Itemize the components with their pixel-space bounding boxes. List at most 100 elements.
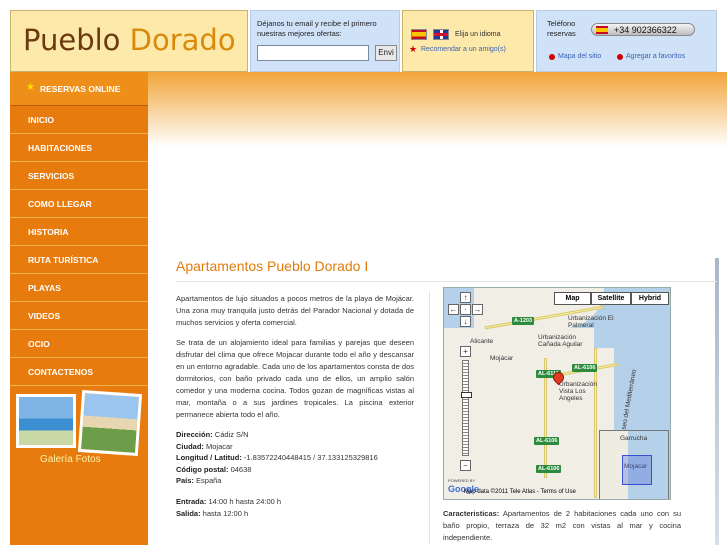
sidebar-item-ruta-turistica[interactable]: RUTA TURÍSTICA <box>10 246 148 274</box>
map-place-label: Garrucha <box>620 435 648 442</box>
map-place-label: Urbanización Vista Los Angeles <box>559 381 597 402</box>
sidebar-item-inicio[interactable]: INICIO <box>10 106 148 134</box>
newsletter-text: Déjanos tu email y recibe el primero nue… <box>257 19 377 38</box>
road-label: AL-6106 <box>534 437 560 445</box>
spain-flag-icon[interactable] <box>411 29 427 40</box>
sidebar-item-playas[interactable]: PLAYAS <box>10 274 148 302</box>
newsletter-email-input[interactable] <box>257 45 369 61</box>
sidebar-item-reservas[interactable]: ★ RESERVAS ONLINE <box>10 72 148 106</box>
sidebar-item-label: SERVICIOS <box>28 171 75 181</box>
logo[interactable]: Pueblo Dorado <box>10 10 248 72</box>
sidebar-item-habitaciones[interactable]: HABITACIONES <box>10 134 148 162</box>
info-value: España <box>193 476 222 485</box>
spain-flag-icon <box>596 26 608 34</box>
info-key: Dirección: <box>176 430 213 439</box>
zoom-slider-handle[interactable] <box>461 392 472 398</box>
description-paragraph-1: Apartamentos de lujo situados a pocos me… <box>176 294 414 327</box>
info-value: -1.83572240448415 / 37.133125329816 <box>241 453 378 462</box>
info-key: Entrada: <box>176 497 207 506</box>
language-label: Elija un idioma <box>455 31 501 38</box>
powered-by-text: POWERED BY <box>448 478 476 483</box>
language-box: Elija un idioma ★ Recomendar a un amigo(… <box>402 10 534 72</box>
pan-right-icon[interactable]: → <box>472 304 483 315</box>
road-label: A-1203 <box>512 317 535 325</box>
sidebar-item-label: PLAYAS <box>28 283 61 293</box>
property-info: Dirección: Cádiz S/N Ciudad: Mojacar Lon… <box>176 429 426 487</box>
bullet-icon <box>617 54 623 60</box>
logo-word-2: Dorado <box>129 23 236 57</box>
sitemap-link[interactable]: Mapa del sitio <box>558 53 601 60</box>
uk-flag-icon[interactable] <box>433 29 449 40</box>
sidebar-item-label: OCIO <box>28 339 50 349</box>
info-value: Mojacar <box>203 441 233 451</box>
info-key: Ciudad: <box>176 441 204 451</box>
logo-text: Pueblo Dorado <box>23 23 236 57</box>
logo-word-1: Pueblo <box>23 23 121 57</box>
title-divider <box>176 281 717 282</box>
bullet-icon <box>549 54 555 60</box>
star-icon: ★ <box>26 82 35 93</box>
pan-up-icon[interactable]: ↑ <box>460 292 471 303</box>
characteristics-key: Caracteristicas: <box>443 509 500 518</box>
gallery-photo <box>77 389 143 457</box>
info-value: 04638 <box>228 464 252 474</box>
info-key: Longitud / Latitud: <box>176 453 242 462</box>
contact-box: Teléfono reservas +34 902366322 Mapa del… <box>536 10 717 72</box>
overview-map[interactable]: Garrucha Mojacar <box>599 430 669 499</box>
sidebar-item-label: CONTACTENOS <box>28 367 94 377</box>
info-key: Código postal: <box>176 464 229 474</box>
info-row: País: España <box>176 475 426 487</box>
pan-center-icon[interactable]: · <box>460 304 471 315</box>
map-place-label: Paseo del Mediterráneo <box>619 368 638 439</box>
recommend-link[interactable]: Recomendar a un amigo(s) <box>421 46 506 53</box>
sidebar-item-label: VIDEOS <box>28 311 61 321</box>
info-row: Entrada: 14:00 h hasta 24:00 h <box>176 496 426 508</box>
phone-pill: +34 902366322 <box>591 23 695 36</box>
characteristics-text: Caracteristicas: Apartamentos de 2 habit… <box>443 508 681 544</box>
info-row: Dirección: Cádiz S/N <box>176 429 426 441</box>
map-place-label: Alicante <box>470 338 494 345</box>
info-key: Salida: <box>176 508 201 518</box>
info-row: Código postal: 04638 <box>176 464 426 476</box>
pan-down-icon[interactable]: ↓ <box>460 316 471 327</box>
info-row: Longitud / Latitud: -1.83572240448415 / … <box>176 452 426 464</box>
sidebar-item-label: HISTORIA <box>28 227 69 237</box>
sidebar-nav: INICIO HABITACIONES SERVICIOS COMO LLEGA… <box>10 106 148 386</box>
sidebar-item-videos[interactable]: VIDEOS <box>10 302 148 330</box>
sidebar-item-como-llegar[interactable]: COMO LLEGAR <box>10 190 148 218</box>
header: Pueblo Dorado Déjanos tu email y recibe … <box>0 0 727 72</box>
map-type-hybrid-button[interactable]: Hybrid <box>631 292 669 305</box>
sidebar-item-servicios[interactable]: SERVICIOS <box>10 162 148 190</box>
info-value: 14:00 h hasta 24:00 h <box>206 497 282 506</box>
map-place-label: Mojácar <box>490 355 514 362</box>
overview-viewport[interactable] <box>622 455 652 485</box>
add-favorites-link[interactable]: Agregar a favoritos <box>626 53 685 60</box>
zoom-slider[interactable] <box>461 360 472 456</box>
road-label: AL-6106 <box>572 364 598 372</box>
phone-label: Teléfono reservas <box>547 19 576 38</box>
map-place-label: Urbanización Cañada Aguilar <box>538 334 583 348</box>
photo-gallery-link[interactable]: Galería Fotos <box>14 389 144 472</box>
map-type-map-button[interactable]: Map <box>554 292 591 305</box>
pan-left-icon[interactable]: ← <box>448 304 459 315</box>
newsletter-submit-button[interactable]: Envi <box>375 45 397 61</box>
location-map[interactable]: A-1203 AL-6111 AL-6106 AL-6106 AL-6106 A… <box>443 287 671 500</box>
info-key: País: <box>176 476 194 485</box>
sidebar-item-contactenos[interactable]: CONTACTENOS <box>10 358 148 386</box>
zoom-in-icon[interactable]: + <box>460 346 471 357</box>
gallery-label: Galería Fotos <box>40 454 101 465</box>
map-place-label: Urbanización El Palmeral <box>568 315 614 329</box>
info-row: Ciudad: Mojacar <box>176 441 426 453</box>
sidebar-item-label: COMO LLEGAR <box>28 199 92 209</box>
banner-area <box>148 72 727 147</box>
sidebar-item-historia[interactable]: HISTORIA <box>10 218 148 246</box>
sidebar-item-ocio[interactable]: OCIO <box>10 330 148 358</box>
map-attribution[interactable]: Map data ©2011 Tele Atlas - Terms of Use <box>464 489 576 495</box>
sidebar-item-label: RESERVAS ONLINE <box>40 84 121 94</box>
newsletter-box: Déjanos tu email y recibe el primero nue… <box>250 10 400 72</box>
zoom-out-icon[interactable]: − <box>460 460 471 471</box>
map-type-satellite-button[interactable]: Satellite <box>591 292 631 305</box>
phone-number: +34 902366322 <box>614 25 677 35</box>
info-row: Salida: hasta 12:00 h <box>176 508 426 520</box>
info-value: Cádiz S/N <box>212 430 249 439</box>
